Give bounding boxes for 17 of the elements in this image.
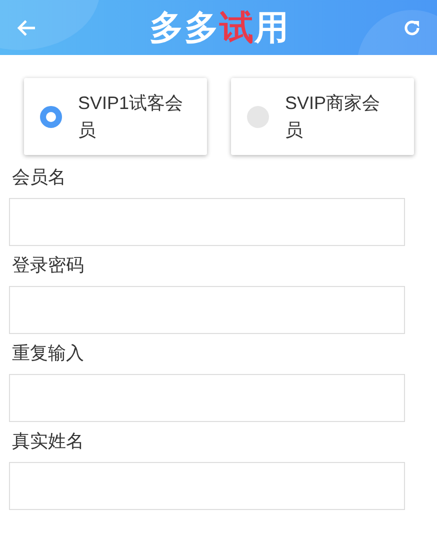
input-field[interactable] xyxy=(9,374,405,422)
member-type-option[interactable]: SVIP1试客会员 xyxy=(24,78,207,155)
field-label: 真实姓名 xyxy=(12,431,84,451)
refresh-button[interactable] xyxy=(403,18,421,36)
input-field[interactable] xyxy=(9,462,405,510)
back-arrow-icon xyxy=(16,18,36,36)
refresh-icon xyxy=(403,18,421,36)
radio-button[interactable] xyxy=(40,106,62,128)
input-field[interactable] xyxy=(9,286,405,334)
field-label: 会员名 xyxy=(12,167,66,187)
member-type-option[interactable]: SVIP商家会员 xyxy=(231,78,414,155)
field-label: 重复输入 xyxy=(12,343,84,363)
input-field[interactable] xyxy=(9,198,405,246)
app-title: 多多试用 xyxy=(150,10,290,44)
radio-button[interactable] xyxy=(247,106,269,128)
back-button[interactable] xyxy=(16,18,36,36)
field-label: 登录密码 xyxy=(12,255,84,275)
